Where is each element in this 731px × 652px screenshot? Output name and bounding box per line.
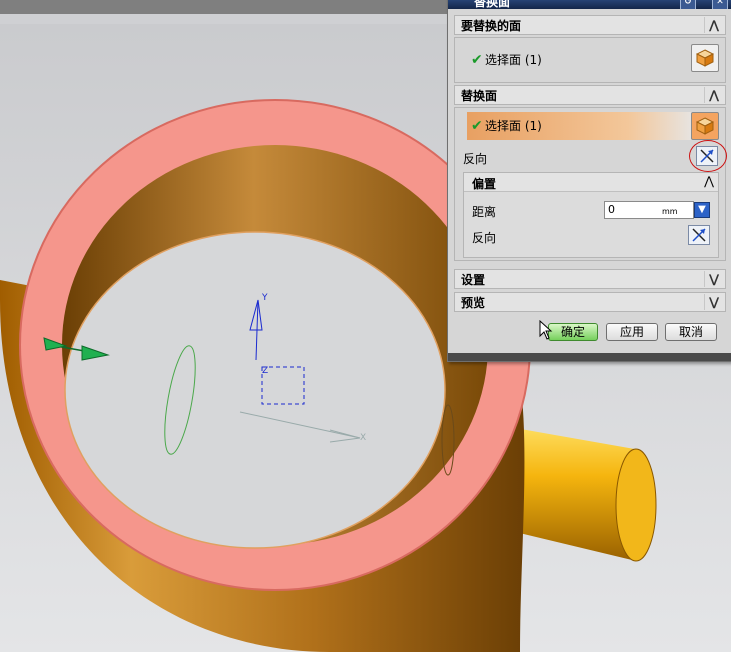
section-settings-header[interactable]: 设置 ⋁ <box>454 269 726 289</box>
section-preview-header[interactable]: 预览 ⋁ <box>454 292 726 312</box>
close-icon[interactable]: ✕ <box>712 0 728 9</box>
chevron-down-icon[interactable]: ⋁ <box>704 271 723 287</box>
section-target-title: 要替换的面 <box>461 19 522 33</box>
section-replace-body: ✔ 选择面 (1) 反向 偏置 ⋀ 距离 0 mm ▼ 反向 <box>454 107 727 261</box>
distance-options-arrow-icon[interactable]: ▼ <box>694 202 710 218</box>
reset-icon[interactable]: ↺ <box>680 0 696 9</box>
section-replace-title: 替换面 <box>461 89 498 103</box>
target-face-selection-label: 选择面 (1) <box>485 53 542 67</box>
mouse-cursor-icon <box>539 320 553 340</box>
offset-reverse-button[interactable] <box>688 225 710 245</box>
apply-button[interactable]: 应用 <box>606 323 658 341</box>
distance-unit: mm <box>662 207 678 216</box>
replace-face-selection[interactable]: ✔ 选择面 (1) <box>467 112 697 140</box>
section-settings-title: 设置 <box>461 273 486 287</box>
checkmark-icon: ✔ <box>471 118 483 134</box>
reverse-direction-icon <box>692 228 706 242</box>
select-face-button[interactable] <box>691 44 719 72</box>
chevron-up-icon[interactable]: ⋀ <box>704 17 723 33</box>
distance-value: 0 <box>608 203 615 216</box>
distance-input[interactable]: 0 <box>604 201 694 219</box>
chevron-up-icon[interactable]: ⋀ <box>704 174 714 188</box>
bore-bottom-face[interactable] <box>64 231 446 549</box>
axis-label-x: X <box>360 433 366 443</box>
chevron-up-icon[interactable]: ⋀ <box>704 87 723 103</box>
offset-reverse-label: 反向 <box>472 231 497 245</box>
target-face-selection[interactable]: ✔ 选择面 (1) <box>467 46 703 74</box>
cancel-button[interactable]: 取消 <box>665 323 717 341</box>
distance-label: 距离 <box>472 205 497 219</box>
dialog-title: 替换面 <box>474 0 511 9</box>
replace-face-dialog[interactable]: 替换面 ↺ ✕ 要替换的面 ⋀ ✔ 选择面 (1) 替换面 ⋀ ✔ 选择面 (1… <box>447 0 731 362</box>
checkmark-icon: ✔ <box>471 52 483 68</box>
section-replace-header[interactable]: 替换面 ⋀ <box>454 85 726 105</box>
axis-label-y: Y <box>261 293 268 303</box>
cube-icon <box>696 49 714 67</box>
replace-reverse-label: 反向 <box>463 152 488 166</box>
dialog-titlebar[interactable]: 替换面 ↺ ✕ <box>448 0 731 9</box>
offset-header[interactable]: 偏置 ⋀ <box>464 173 718 192</box>
section-target-body: ✔ 选择面 (1) <box>454 37 726 83</box>
replace-face-selection-label: 选择面 (1) <box>485 119 542 133</box>
cube-icon <box>696 117 714 135</box>
ok-button[interactable]: 确定 <box>548 323 598 341</box>
section-target-header[interactable]: 要替换的面 ⋀ <box>454 15 726 35</box>
dialog-bottom-bar <box>448 353 731 361</box>
chevron-down-icon[interactable]: ⋁ <box>704 294 723 310</box>
reverse-highlight-circle <box>689 140 727 172</box>
axis-label-z: Z <box>262 366 268 376</box>
offset-group: 偏置 ⋀ 距离 0 mm ▼ 反向 <box>463 172 719 258</box>
select-face-button-active[interactable] <box>691 112 719 140</box>
offset-title: 偏置 <box>472 177 497 191</box>
section-preview-title: 预览 <box>461 296 486 310</box>
